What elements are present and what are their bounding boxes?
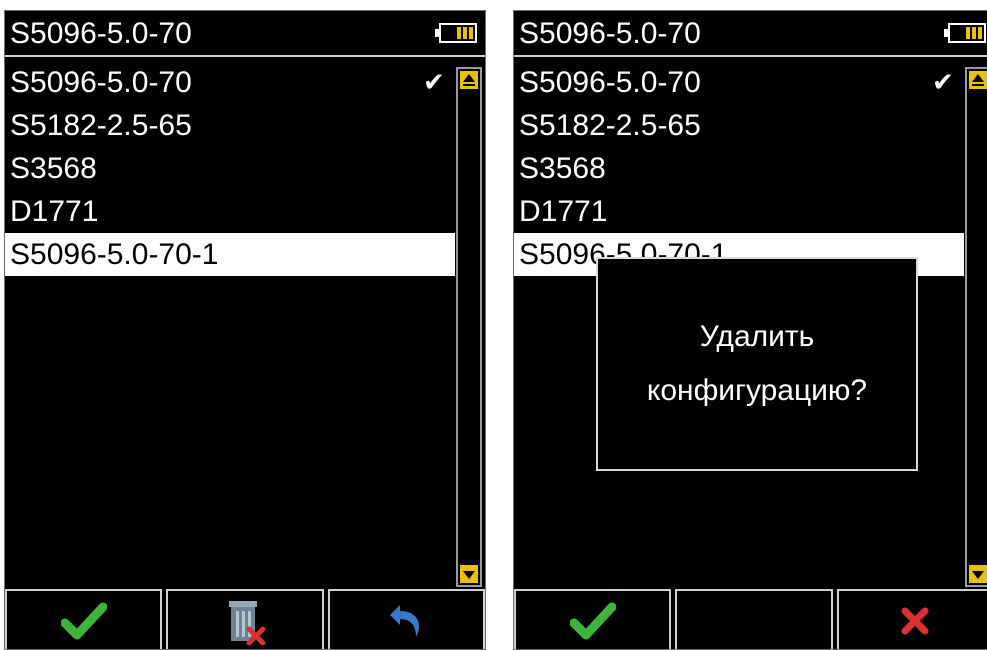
title-bar: S5096-5.0-70: [514, 11, 987, 57]
softkey-bar: [5, 589, 485, 649]
list-item-label: S5096-5.0-70: [519, 66, 701, 99]
scroll-down-icon[interactable]: [460, 565, 478, 583]
softkey-bar: [514, 589, 987, 649]
screen-title: S5096-5.0-70: [10, 17, 192, 50]
list-item-selected[interactable]: S5096-5.0-70-1: [5, 233, 455, 276]
list-item-label: S5096-5.0-70: [10, 66, 192, 99]
list-item-label: D1771: [10, 195, 99, 228]
list-item-label: S3568: [519, 152, 606, 185]
checkmark-icon: [569, 602, 616, 640]
list-item-label: S3568: [10, 152, 97, 185]
empty-softkey[interactable]: [675, 589, 833, 649]
list-item[interactable]: S5182-2.5-65: [5, 104, 455, 147]
device-screen-right: S5096-5.0-70 S5096-5.0-70 ✔ S5182-2.5-65…: [513, 10, 987, 650]
list-item-label: S5182-2.5-65: [519, 109, 701, 142]
trash-delete-icon: [228, 601, 266, 646]
back-button[interactable]: [327, 589, 485, 649]
scroll-down-icon[interactable]: [969, 565, 987, 583]
check-icon: ✔: [423, 67, 445, 97]
scrollbar[interactable]: [456, 67, 482, 587]
device-screen-left: S5096-5.0-70 S5096-5.0-70 ✔ S5182-2.5-65…: [4, 10, 486, 650]
list-item[interactable]: S3568: [5, 147, 455, 190]
list-item[interactable]: S3568: [514, 147, 964, 190]
back-arrow-icon: [390, 605, 420, 637]
list-item-label: S5096-5.0-70-1: [10, 238, 219, 271]
confirm-button[interactable]: [5, 589, 163, 649]
list-item[interactable]: S5096-5.0-70 ✔: [5, 61, 455, 104]
scroll-up-icon[interactable]: [460, 71, 478, 89]
battery-icon: [435, 23, 477, 43]
list-item[interactable]: S5182-2.5-65: [514, 104, 964, 147]
dialog-line-2: конфигурацию?: [646, 374, 868, 407]
list-item[interactable]: S5096-5.0-70 ✔: [514, 61, 964, 104]
title-bar: S5096-5.0-70: [5, 11, 485, 57]
scroll-up-icon[interactable]: [969, 71, 987, 89]
cancel-x-icon: [901, 607, 929, 635]
list-item-label: D1771: [519, 195, 608, 228]
scrollbar[interactable]: [965, 67, 987, 587]
check-icon: ✔: [932, 67, 954, 97]
confirm-button[interactable]: [514, 589, 672, 649]
list-item-label: S5182-2.5-65: [10, 109, 192, 142]
dialog-line-1: Удалить: [699, 320, 815, 353]
screen-title: S5096-5.0-70: [519, 17, 701, 50]
config-list: S5096-5.0-70 ✔ S5182-2.5-65 S3568 D1771 …: [5, 61, 455, 276]
battery-icon: [944, 23, 986, 43]
delete-button[interactable]: [166, 589, 324, 649]
config-list: S5096-5.0-70 ✔ S5182-2.5-65 S3568 D1771 …: [514, 61, 964, 276]
cancel-button[interactable]: [836, 589, 987, 649]
list-item[interactable]: D1771: [514, 190, 964, 233]
checkmark-icon: [60, 602, 107, 640]
list-item[interactable]: D1771: [5, 190, 455, 233]
delete-confirm-dialog: Удалить конфигурацию?: [596, 257, 918, 471]
